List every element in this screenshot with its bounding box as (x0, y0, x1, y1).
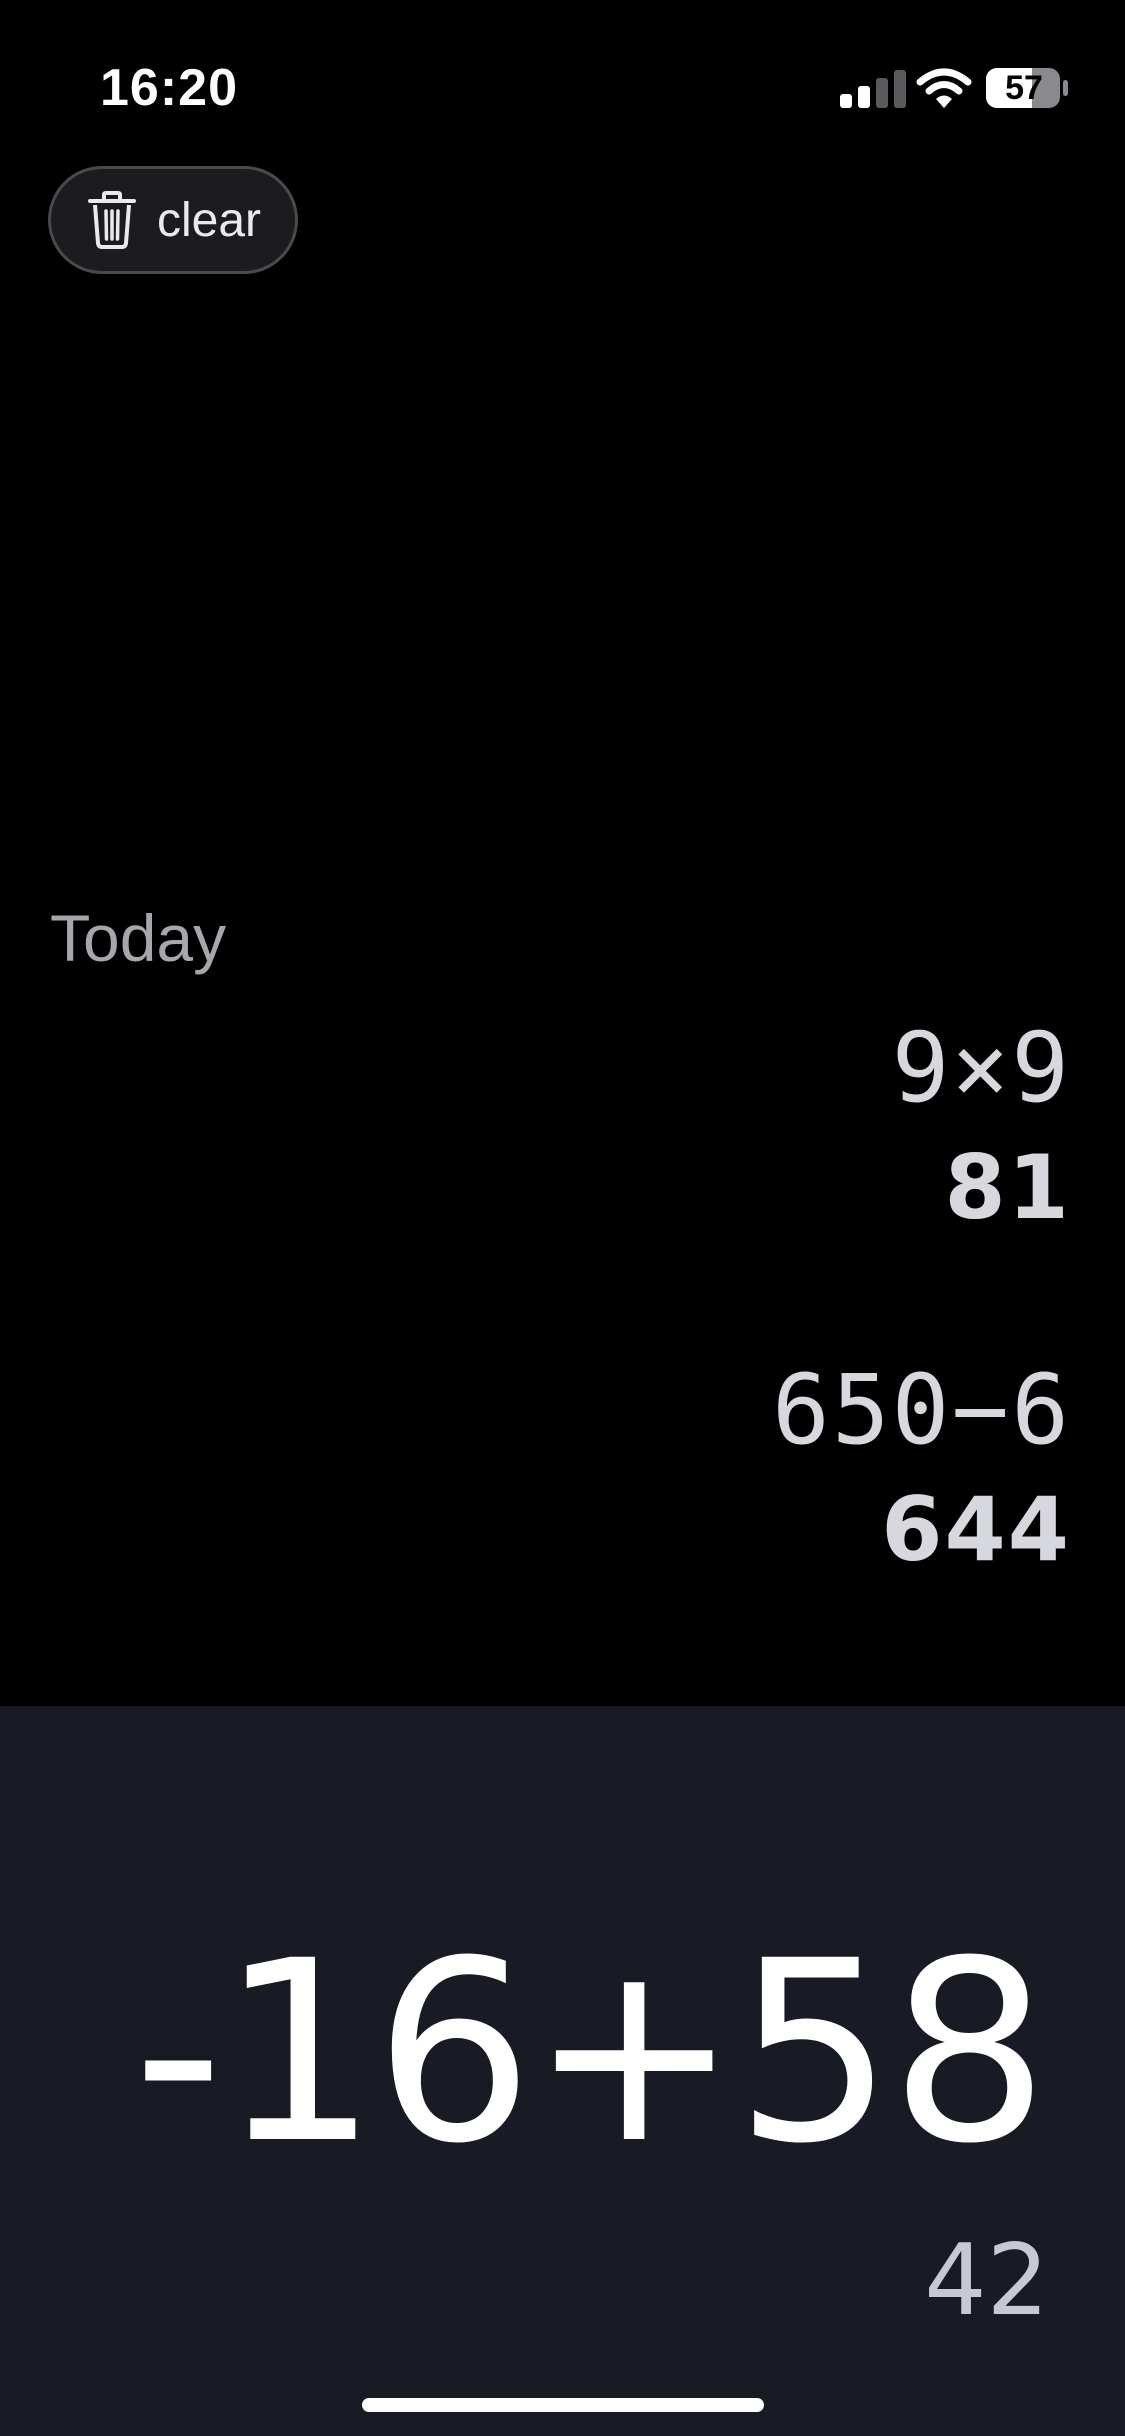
history-section-label: Today (50, 901, 227, 975)
status-bar: 16:20 57 (0, 0, 1125, 150)
history-result: 81 (944, 1136, 1071, 1239)
trash-icon (88, 191, 136, 249)
history-entry[interactable]: 9×9 81 (892, 1010, 1071, 1250)
history-expression: 9×9 (891, 1012, 1071, 1124)
history-expression: 650−6 (772, 1354, 1071, 1466)
home-indicator[interactable] (362, 2398, 764, 2412)
clear-label: clear (157, 193, 262, 247)
cellular-signal-icon (840, 70, 906, 108)
current-expression[interactable]: -16+58 (133, 1928, 1049, 2178)
input-panel[interactable]: -16+58 42 (0, 1706, 1125, 2436)
history-result: 644 (881, 1478, 1071, 1581)
wifi-icon (916, 68, 972, 108)
history-entry[interactable]: 650−6 644 (772, 1352, 1071, 1592)
clear-history-button[interactable]: clear (48, 166, 298, 274)
battery-percentage: 57 (1005, 69, 1043, 107)
current-result: 42 (924, 2224, 1049, 2338)
status-time: 16:20 (100, 59, 238, 117)
